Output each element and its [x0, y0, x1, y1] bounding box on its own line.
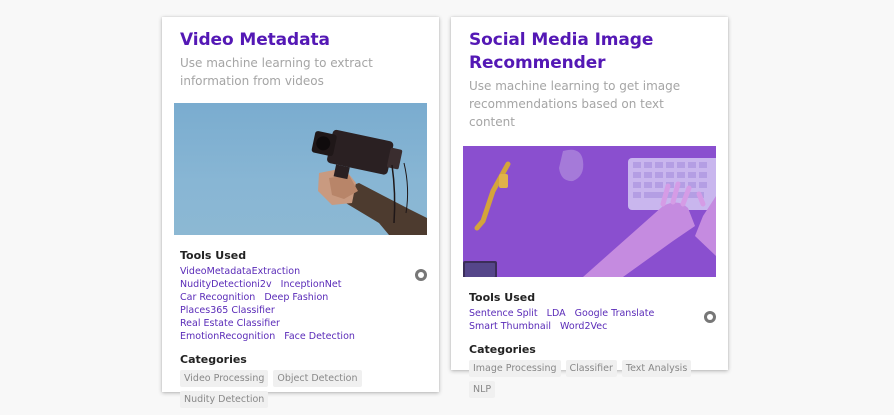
tool-link[interactable]: Smart Thumbnail	[469, 321, 551, 332]
card-description: Use machine learning to get image recomm…	[469, 79, 681, 129]
card-title[interactable]: Video Metadata	[162, 17, 439, 52]
tools-heading: Tools Used	[180, 249, 247, 262]
category-chip[interactable]: Image Processing	[469, 360, 561, 377]
categories-list: Video Processing Object Detection Nudity…	[180, 370, 421, 408]
categories-heading: Categories	[469, 343, 536, 356]
category-chip[interactable]: Object Detection	[273, 370, 362, 387]
categories-heading: Categories	[180, 353, 247, 366]
tool-link[interactable]: Sentence Split	[469, 308, 538, 319]
card-title[interactable]: Social Media Image Recommender	[451, 17, 728, 75]
tool-link[interactable]: InceptionNet	[281, 279, 342, 290]
tool-link[interactable]: Places365 Classifier	[180, 305, 275, 316]
project-card-video-metadata[interactable]: Video Metadata Use machine learning to e…	[162, 17, 439, 408]
category-chip[interactable]: Classifier	[565, 360, 617, 377]
tool-link[interactable]: Face Detection	[284, 331, 355, 342]
tools-section: Tools Used VideoMetadataExtraction Nudit…	[162, 249, 439, 408]
tools-heading: Tools Used	[469, 291, 536, 304]
tool-link[interactable]: Real Estate Classifier	[180, 318, 280, 329]
card-image	[174, 103, 427, 235]
category-chip[interactable]: NLP	[469, 381, 496, 398]
tool-link[interactable]: VideoMetadataExtraction	[180, 266, 300, 277]
tools-list: Sentence Split LDA Google Translate Smar…	[469, 307, 710, 333]
categories-list: Image Processing Classifier Text Analysi…	[469, 360, 710, 398]
github-icon[interactable]	[704, 311, 716, 323]
tool-link[interactable]: EmotionRecognition	[180, 331, 275, 342]
tool-link[interactable]: NudityDetectioni2v	[180, 279, 272, 290]
tool-link[interactable]: Word2Vec	[560, 321, 607, 332]
tool-link[interactable]: Car Recognition	[180, 292, 255, 303]
card-image	[463, 146, 716, 277]
tool-link[interactable]: LDA	[547, 308, 566, 319]
category-chip[interactable]: Nudity Detection	[180, 391, 269, 408]
github-icon[interactable]	[415, 269, 427, 281]
tool-link[interactable]: Google Translate	[575, 308, 655, 319]
category-chip[interactable]: Text Analysis	[621, 360, 692, 377]
card-description: Use machine learning to extract informat…	[180, 56, 373, 88]
tools-list: VideoMetadataExtraction NudityDetectioni…	[180, 265, 421, 343]
tool-link[interactable]: Deep Fashion	[264, 292, 328, 303]
category-chip[interactable]: Video Processing	[180, 370, 269, 387]
tools-section: Tools Used Sentence Split LDA Google Tra…	[451, 291, 728, 398]
project-card-social-media-image-recommender[interactable]: Social Media Image Recommender Use machi…	[451, 17, 728, 398]
